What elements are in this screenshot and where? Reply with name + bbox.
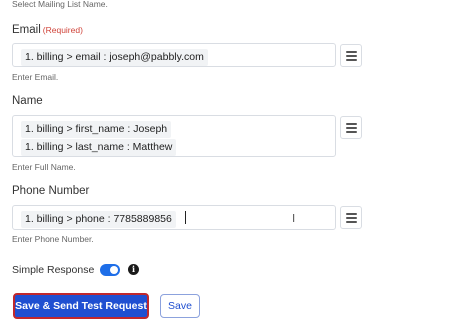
email-label-text: Email [12, 24, 41, 36]
phone-mapped-value: 1. billing > phone : 7785889856 [21, 211, 176, 228]
toggle-knob [110, 266, 118, 274]
phone-menu-button[interactable] [340, 206, 362, 229]
simple-response-label: Simple Response [12, 264, 95, 276]
name-hint: Enter Full Name. [12, 162, 76, 172]
name-field[interactable]: 1. billing > first_name : Joseph 1. bill… [12, 115, 336, 157]
simple-response-toggle[interactable] [100, 264, 120, 276]
phone-hint: Enter Phone Number. [12, 234, 94, 244]
phone-label: Phone Number [12, 185, 90, 197]
last-name-mapped-value: 1. billing > last_name : Matthew [21, 139, 177, 156]
save-send-test-request-button[interactable]: Save & Send Test Request [13, 293, 149, 319]
hamburger-menu-icon [346, 51, 357, 53]
name-label: Name [12, 95, 43, 107]
text-cursor-icon: I [292, 212, 296, 225]
email-field[interactable]: 1. billing > email : joseph@pabbly.com [12, 43, 336, 67]
email-label: Email (Required) [12, 24, 83, 36]
email-mapped-value: 1. billing > email : joseph@pabbly.com [21, 49, 208, 66]
info-icon[interactable]: i [128, 264, 139, 275]
name-menu-button[interactable] [340, 116, 362, 139]
required-marker: (Required) [42, 25, 83, 35]
hamburger-menu-icon [346, 123, 357, 125]
mailing-list-hint: Select Mailing List Name. [12, 0, 108, 9]
hamburger-menu-icon [346, 213, 357, 215]
phone-field[interactable]: 1. billing > phone : 7785889856 I [12, 205, 336, 230]
caret [185, 211, 186, 224]
save-button[interactable]: Save [160, 294, 200, 318]
first-name-mapped-value: 1. billing > first_name : Joseph [21, 121, 172, 138]
email-menu-button[interactable] [340, 44, 362, 67]
email-hint: Enter Email. [12, 72, 59, 82]
